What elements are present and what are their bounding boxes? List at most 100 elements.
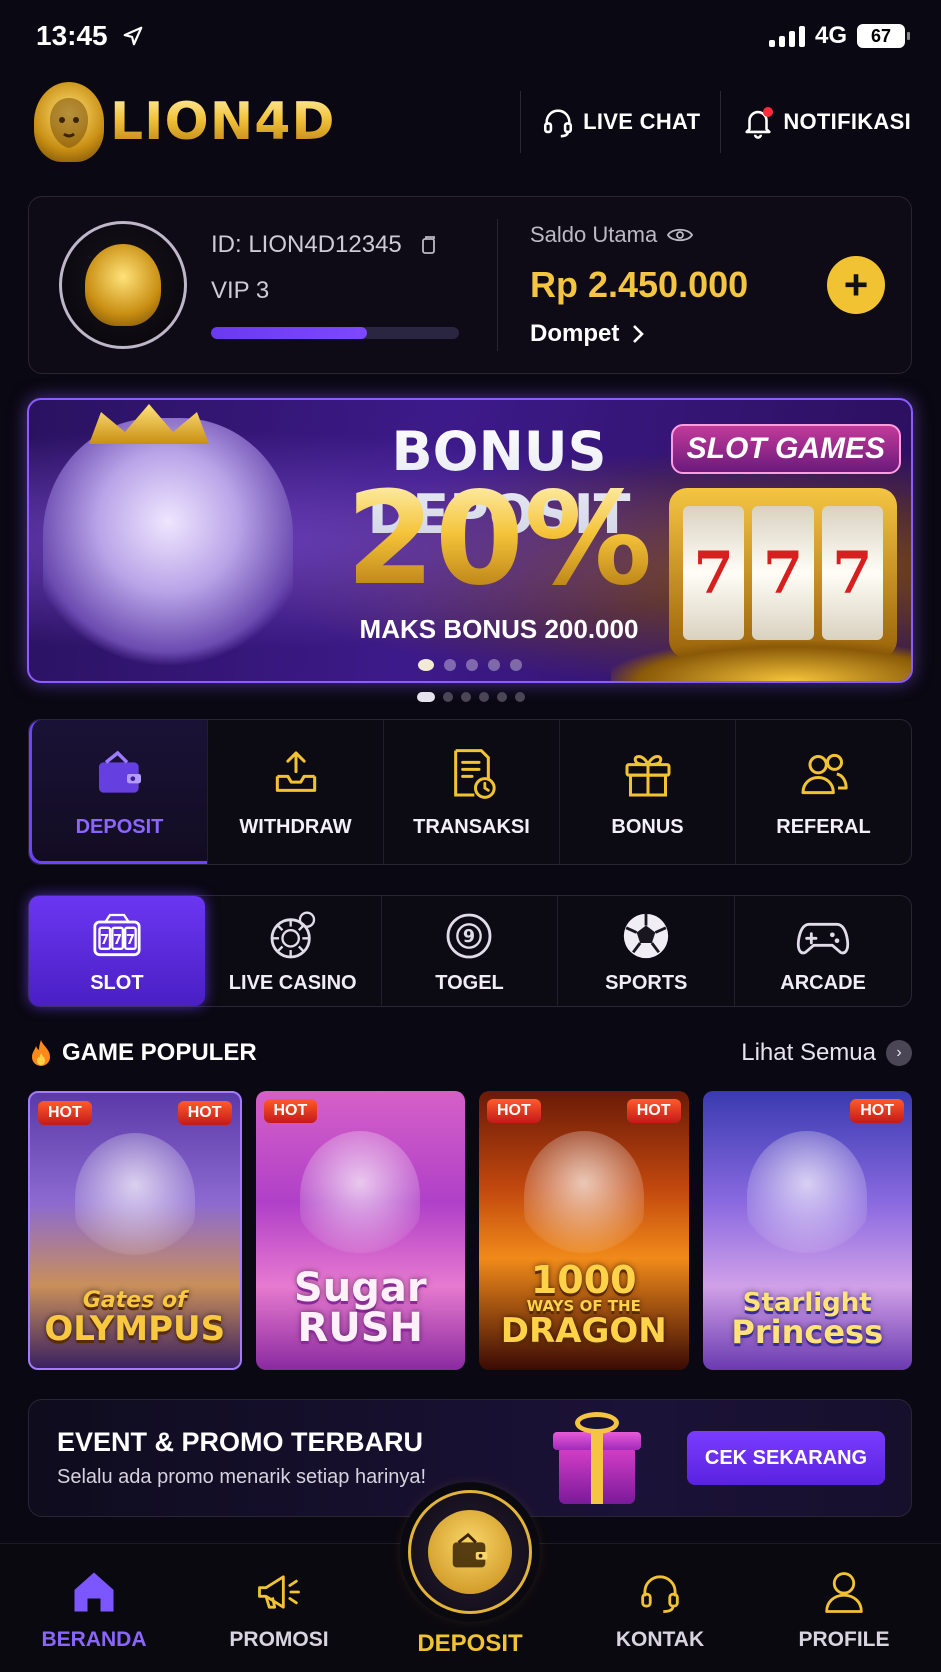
- live-chat-label: LIVE CHAT: [583, 109, 701, 134]
- category-togel[interactable]: 9 TOGEL: [382, 896, 559, 1006]
- carousel-dot[interactable]: [418, 659, 434, 671]
- carousel-dot[interactable]: [444, 659, 456, 671]
- vip-progress-fill: [211, 327, 368, 339]
- see-all-label: Lihat Semua: [741, 1039, 876, 1066]
- carousel-dot[interactable]: [488, 659, 500, 671]
- game-card-1000-ways-of-the-dragon[interactable]: HOT HOT 1000 WAYS OF THE DRAGON: [479, 1091, 689, 1370]
- avatar[interactable]: [59, 221, 187, 349]
- svg-text:7: 7: [126, 933, 135, 948]
- notification-button[interactable]: NOTIFIKASI: [741, 105, 911, 139]
- carousel-dot[interactable]: [442, 692, 453, 702]
- quick-action-bonus[interactable]: BONUS: [560, 720, 736, 864]
- svg-text:9: 9: [463, 926, 475, 946]
- game-title-line2: DRAGON: [500, 1311, 667, 1351]
- game-title-line2: Princess: [731, 1313, 884, 1351]
- header-actions: LIVE CHAT NOTIFIKASI: [500, 91, 911, 153]
- slot-reel: 7: [683, 506, 745, 640]
- header-divider: [720, 91, 722, 153]
- hot-badge: HOT: [177, 1101, 232, 1125]
- wallet-icon: [98, 750, 141, 793]
- nav-deposit[interactable]: DEPOSIT: [395, 1490, 545, 1672]
- check-now-button[interactable]: CEK SEKARANG: [687, 1431, 885, 1485]
- game-title: Gates of OLYMPUS: [44, 1290, 225, 1347]
- brand-logo[interactable]: LION4D: [34, 82, 336, 162]
- add-balance-button[interactable]: +: [827, 256, 885, 314]
- deposit-fab[interactable]: [408, 1490, 532, 1614]
- game-title: Sugar RUSH: [294, 1268, 427, 1348]
- hot-badge: HOT: [850, 1099, 904, 1123]
- promo-subtitle: Selalu ada promo menarik setiap harinya!: [57, 1466, 427, 1488]
- location-arrow-icon: [123, 26, 142, 46]
- zeus-illustration: [74, 1133, 195, 1263]
- category-label: ARCADE: [780, 971, 866, 994]
- popular-games-header: GAME POPULER Lihat Semua ›: [28, 1036, 912, 1070]
- megaphone-icon: [258, 1574, 300, 1609]
- chevron-right-icon: [633, 325, 645, 343]
- game-card-starlight-princess[interactable]: HOT Starlight Princess: [702, 1091, 912, 1370]
- slot-games-tag: SLOT GAMES: [670, 424, 901, 474]
- status-indicators: 4G 67: [768, 22, 910, 50]
- vip-level: VIP 3: [211, 277, 270, 304]
- hot-badge: HOT: [38, 1101, 92, 1125]
- game-title-line1: 1000: [530, 1258, 637, 1302]
- see-all-link[interactable]: Lihat Semua ›: [741, 1039, 912, 1067]
- slot-reel: 7: [821, 506, 883, 640]
- slot-reel: 7: [752, 506, 814, 640]
- quick-action-referal[interactable]: REFERAL: [736, 720, 911, 864]
- category-arcade[interactable]: ARCADE: [735, 896, 911, 1006]
- gumball-machine-illustration: [300, 1131, 421, 1261]
- signal-icon: [768, 25, 805, 47]
- wallet-link[interactable]: Dompet: [530, 320, 827, 348]
- carousel-dot[interactable]: [416, 692, 435, 702]
- game-card-sugar-rush[interactable]: HOT Sugar RUSH: [255, 1091, 465, 1370]
- quick-action-label: WITHDRAW: [239, 815, 352, 838]
- promo-banner[interactable]: BONUS DEPOSIT 20% MAKS BONUS 200.000 SLO…: [27, 398, 913, 683]
- network-type: 4G: [814, 22, 847, 49]
- copy-icon[interactable]: [416, 233, 440, 257]
- live-chat-button[interactable]: LIVE CHAT: [541, 105, 700, 139]
- bottom-navigation: BERANDA PROMOSI DEPOSIT KONTAK PROFILE: [0, 1490, 941, 1672]
- quick-action-deposit[interactable]: DEPOSIT: [29, 720, 208, 864]
- popular-games-list: HOT HOT Gates of OLYMPUS HOT Sugar RUSH …: [28, 1091, 912, 1370]
- category-label: SLOT: [90, 971, 144, 994]
- promo-text: EVENT & PROMO TERBARU Selalu ada promo m…: [57, 1427, 545, 1489]
- dragon-illustration: [523, 1131, 644, 1261]
- battery-level: 67: [870, 25, 892, 46]
- crown-icon: [89, 404, 209, 444]
- status-bar: 13:45 4G 67: [0, 0, 941, 72]
- hot-badge: HOT: [263, 1099, 318, 1123]
- nav-home[interactable]: BERANDA: [14, 1544, 174, 1672]
- carousel-dot[interactable]: [478, 692, 489, 702]
- quick-action-transaksi[interactable]: TRANSAKSI: [384, 720, 560, 864]
- nav-contact[interactable]: KONTAK: [580, 1544, 740, 1672]
- carousel-dot[interactable]: [460, 692, 471, 702]
- nav-promo[interactable]: PROMOSI: [199, 1544, 359, 1672]
- category-slot[interactable]: 777 SLOT: [29, 896, 205, 1006]
- carousel-dot[interactable]: [514, 692, 525, 702]
- carousel-indicator: [0, 692, 941, 702]
- nav-profile[interactable]: PROFILE: [764, 1544, 924, 1672]
- soccer-ball-icon: [624, 913, 669, 958]
- user-icon: [825, 1571, 863, 1613]
- quick-action-withdraw[interactable]: WITHDRAW: [208, 720, 384, 864]
- eye-icon[interactable]: [667, 224, 694, 246]
- carousel-dot[interactable]: [496, 692, 507, 702]
- carousel-dot[interactable]: [466, 659, 478, 671]
- home-icon: [74, 1572, 114, 1611]
- game-card-gates-of-olympus[interactable]: HOT HOT Gates of OLYMPUS: [28, 1091, 242, 1370]
- quick-action-label: TRANSAKSI: [413, 815, 530, 838]
- users-icon: [800, 753, 848, 794]
- game-title: Starlight Princess: [731, 1290, 883, 1348]
- category-live-casino[interactable]: LIVE CASINO: [205, 896, 382, 1006]
- receipt-clock-icon: [453, 748, 496, 799]
- nav-label: PROMOSI: [229, 1627, 329, 1651]
- svg-text:7: 7: [113, 933, 122, 948]
- category-label: TOGEL: [435, 971, 504, 994]
- roulette-chip-icon: [270, 911, 315, 958]
- category-sports[interactable]: SPORTS: [558, 896, 736, 1006]
- wallet-link-label: Dompet: [530, 320, 620, 347]
- headset-icon: [544, 109, 573, 138]
- game-categories: 777 SLOT LIVE CASINO 9 TOGEL SPORTS ARCA…: [28, 895, 912, 1007]
- carousel-dot[interactable]: [510, 659, 522, 671]
- gift-box-illustration: [545, 1408, 649, 1508]
